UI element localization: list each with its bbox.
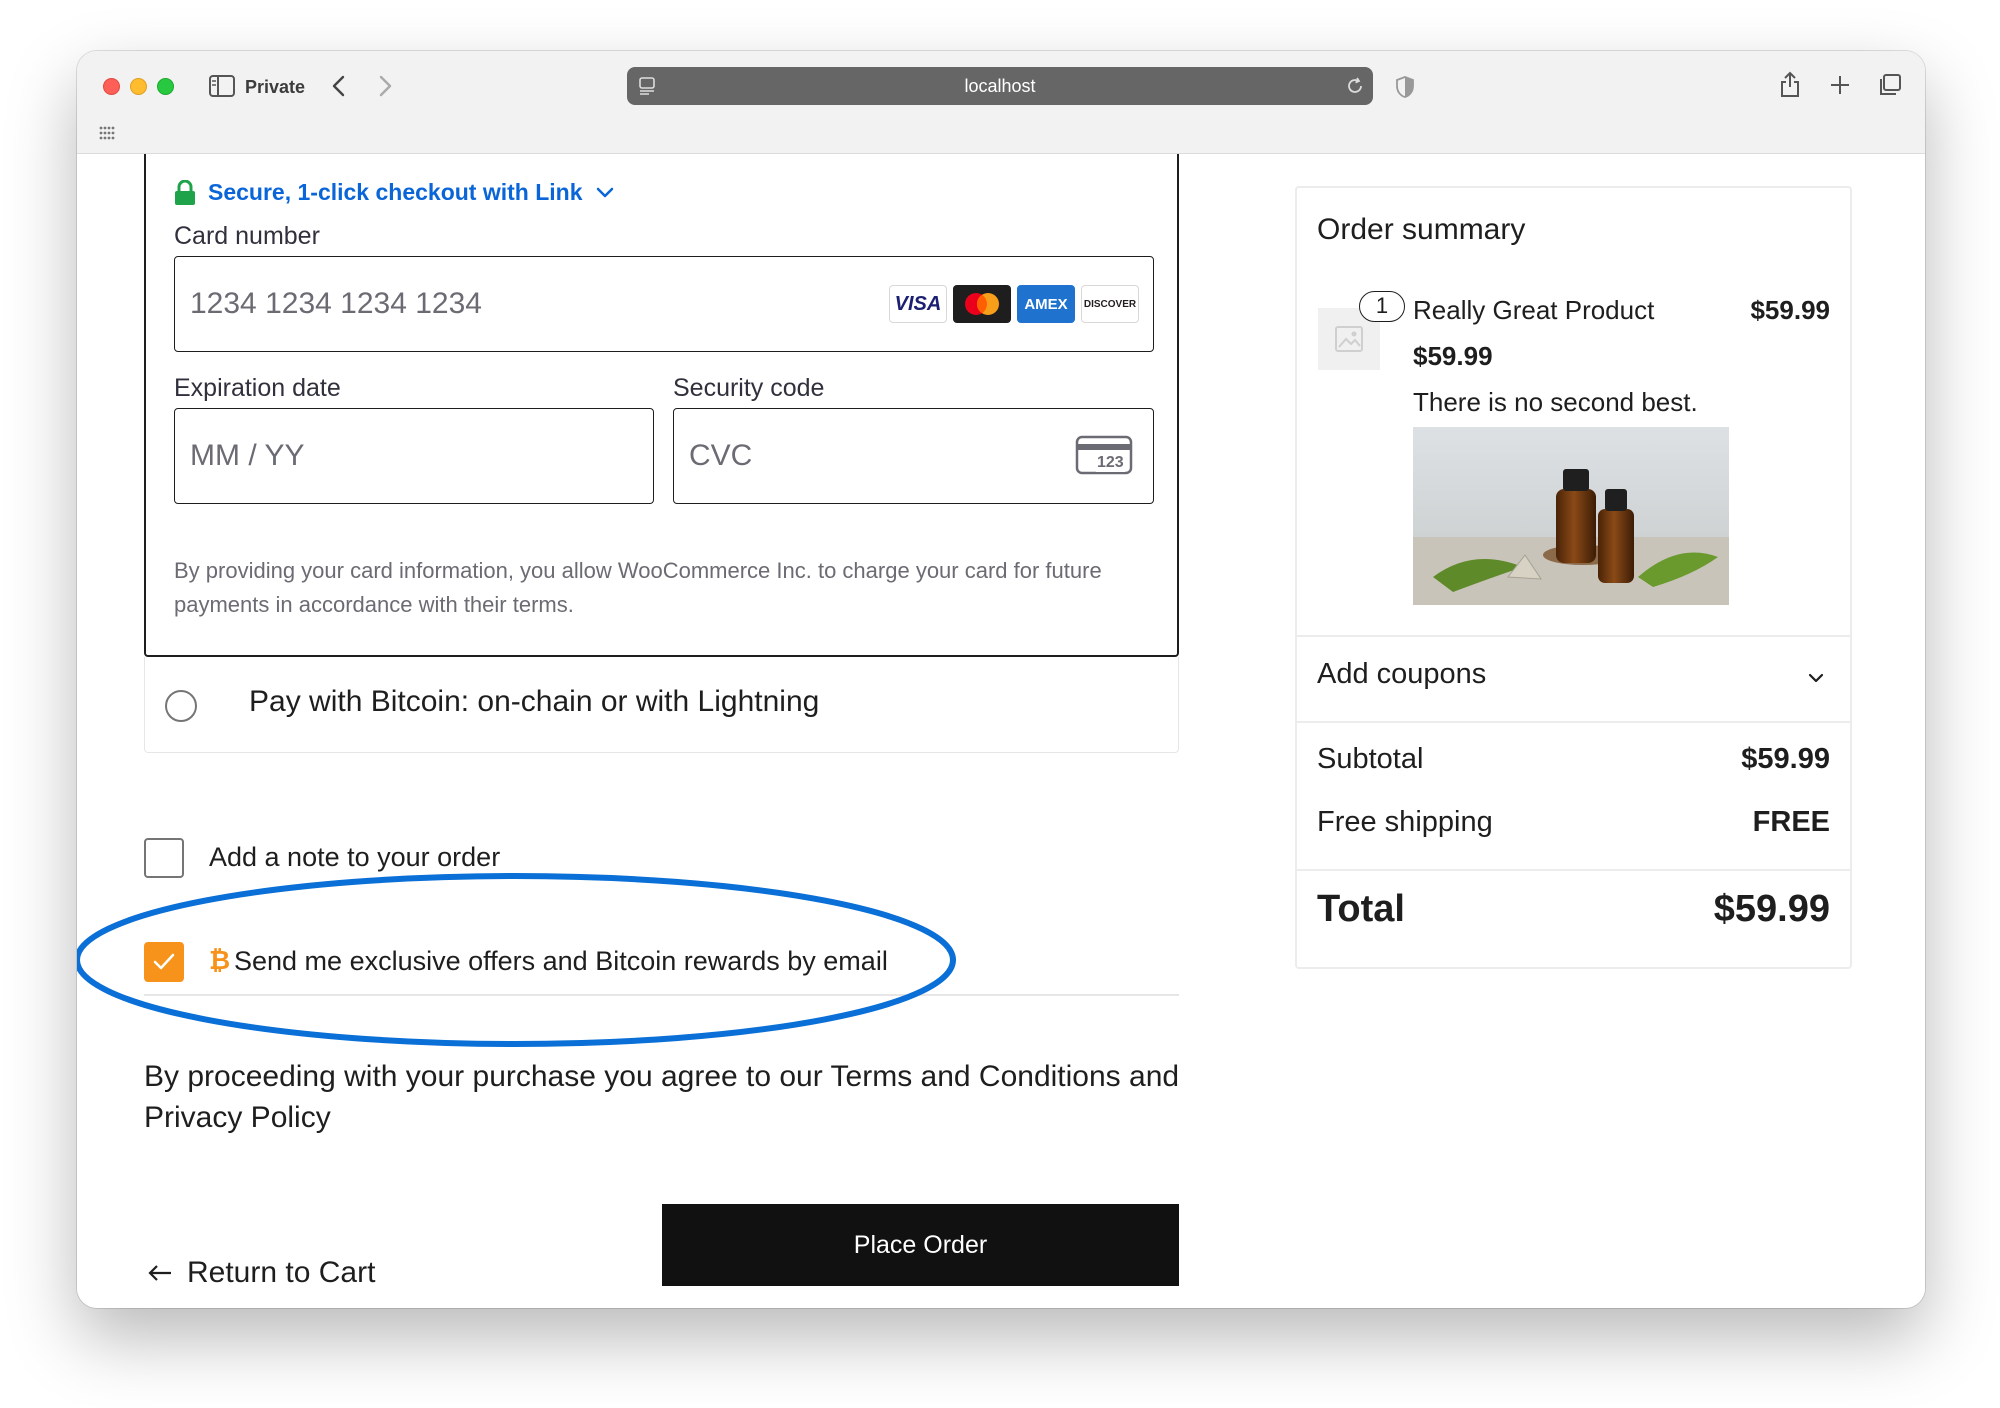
discover-logo-icon: DISCOVER (1081, 285, 1139, 323)
mastercard-logo-icon (953, 285, 1011, 323)
chevron-down-icon (1808, 673, 1824, 683)
card-brand-logos: VISA AMEX DISCOVER (889, 285, 1139, 323)
zoom-window-button[interactable] (157, 78, 174, 95)
address-bar[interactable]: localhost (627, 67, 1373, 105)
product-line-total: $59.99 (1750, 295, 1830, 325)
bitcoin-radio-button[interactable] (165, 690, 197, 722)
bitcoin-icon: ₿ (209, 945, 231, 975)
reload-icon[interactable] (1345, 76, 1365, 96)
summary-divider (1297, 721, 1850, 723)
checkmark-icon (153, 953, 175, 970)
tab-overview-icon[interactable] (1877, 73, 1903, 97)
browser-toolbar: Private localhost (77, 51, 1925, 154)
forward-arrow-icon[interactable] (377, 74, 393, 98)
checkout-page: Secure, 1-click checkout with Link Card … (77, 154, 1925, 1308)
amex-logo-icon: AMEX (1017, 285, 1075, 323)
browser-window: Private localhost Secure, 1-click checko… (77, 51, 1925, 1308)
product-name: Really Great Product (1413, 295, 1655, 325)
link-checkout-label: Secure, 1-click checkout with Link (208, 179, 583, 205)
back-arrow-icon[interactable] (331, 74, 347, 98)
shipping-value: FREE (1752, 806, 1830, 838)
bitcoin-option-label: Pay with Bitcoin: on-chain or with Light… (249, 685, 820, 718)
card-number-input[interactable]: 1234 1234 1234 1234 VISA AMEX DISCOVER (174, 256, 1154, 352)
subtotal-label: Subtotal (1317, 743, 1424, 775)
order-note-checkbox[interactable] (144, 838, 184, 878)
add-coupons-label: Add coupons (1317, 658, 1487, 690)
order-summary-panel: Order summary 1 Really Great Product $59… (1295, 186, 1852, 969)
security-code-input[interactable]: CVC 123 (673, 408, 1154, 504)
grid-dots-icon[interactable] (99, 126, 117, 140)
privacy-shield-icon[interactable] (1395, 75, 1415, 99)
minimize-window-button[interactable] (130, 78, 147, 95)
new-tab-icon[interactable] (1829, 74, 1851, 96)
expiration-input[interactable]: MM / YY (174, 408, 654, 504)
card-number-label: Card number (174, 222, 320, 250)
quantity-badge: 1 (1359, 291, 1405, 322)
total-label: Total (1317, 888, 1405, 930)
chevron-down-icon (596, 187, 613, 197)
place-order-label: Place Order (853, 1230, 988, 1259)
summary-divider (1297, 869, 1850, 871)
sidebar-icon[interactable] (209, 75, 235, 97)
arrow-left-icon (148, 1265, 171, 1281)
product-image (1413, 427, 1729, 605)
share-icon[interactable] (1778, 70, 1802, 98)
offers-checkbox[interactable] (144, 942, 184, 982)
private-label: Private (245, 77, 306, 97)
url-text: localhost (964, 76, 1036, 96)
offers-label: Send me exclusive offers and Bitcoin rew… (234, 946, 888, 976)
visa-logo-icon: VISA (889, 285, 947, 323)
bitcoin-payment-option[interactable]: Pay with Bitcoin: on-chain or with Light… (144, 657, 1179, 753)
section-divider (144, 994, 1179, 996)
card-consent-text: By providing your card information, you … (174, 558, 1102, 617)
lock-icon (175, 179, 195, 205)
cvc-card-icon: 123 (1075, 435, 1133, 475)
product-price: $59.99 (1413, 341, 1493, 371)
close-window-button[interactable] (103, 78, 120, 95)
image-placeholder-icon (1335, 326, 1363, 352)
return-to-cart-label: Return to Cart (187, 1256, 376, 1289)
cvc-placeholder: CVC (689, 439, 753, 472)
security-code-label: Security code (673, 374, 825, 402)
expiration-label: Expiration date (174, 374, 341, 402)
terms-text: By proceeding with your purchase you agr… (144, 1060, 1180, 1134)
add-coupons-toggle[interactable]: Add coupons (1297, 637, 1850, 721)
return-to-cart-link[interactable]: Return to Cart (147, 1256, 375, 1290)
expiration-placeholder: MM / YY (190, 439, 305, 472)
order-summary-title: Order summary (1317, 213, 1526, 246)
shipping-label: Free shipping (1317, 806, 1493, 838)
card-number-placeholder: 1234 1234 1234 1234 (190, 287, 482, 320)
total-value: $59.99 (1713, 888, 1830, 930)
subtotal-value: $59.99 (1741, 743, 1830, 775)
product-description: There is no second best. (1413, 387, 1698, 417)
link-checkout-toggle[interactable]: Secure, 1-click checkout with Link (174, 179, 615, 206)
order-note-label: Add a note to your order (209, 842, 501, 872)
card-payment-form: Secure, 1-click checkout with Link Card … (144, 154, 1179, 657)
place-order-button[interactable]: Place Order (662, 1204, 1179, 1286)
